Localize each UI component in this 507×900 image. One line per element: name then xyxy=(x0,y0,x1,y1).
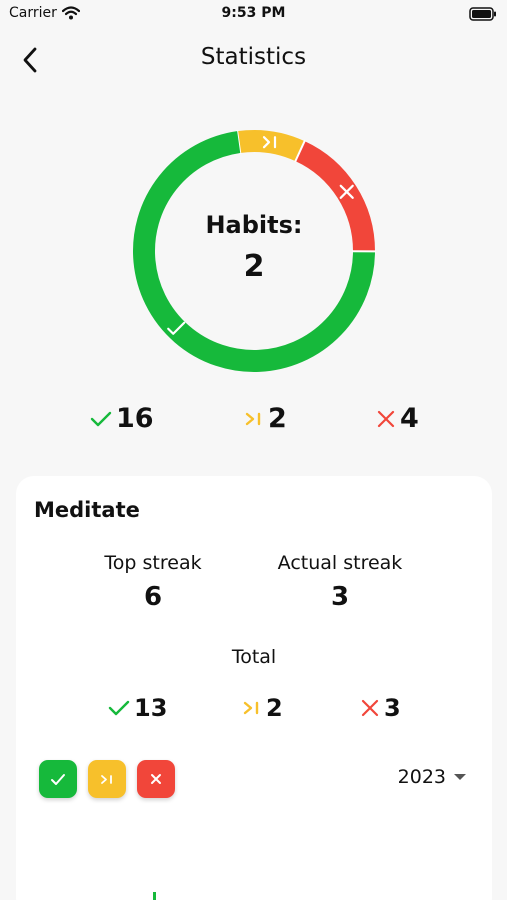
status-bar: Carrier 9:53 PM xyxy=(0,0,507,28)
top-streak-label: Top streak xyxy=(104,552,202,574)
caret-down-icon xyxy=(454,774,466,780)
check-icon xyxy=(90,411,112,426)
close-icon xyxy=(361,699,379,717)
actual-streak-label: Actual streak xyxy=(277,552,403,574)
habit-card: Meditate Top streak 6 Actual streak 3 To… xyxy=(16,476,492,900)
total-skipped-count: 2 xyxy=(266,694,283,722)
skip-icon xyxy=(245,412,261,425)
close-icon xyxy=(377,410,395,427)
donut-center: Habits: 2 xyxy=(130,211,378,284)
skip-icon xyxy=(101,774,112,784)
page-title: Statistics xyxy=(200,44,307,70)
summary-skipped: 2 xyxy=(244,403,287,434)
status-time: 9:53 PM xyxy=(221,5,286,21)
actual-streak-value: 3 xyxy=(330,582,350,612)
summary-done: 16 xyxy=(90,403,154,434)
total-skipped: 2 xyxy=(242,694,283,722)
total-row: 13 2 3 xyxy=(16,694,492,726)
year-select[interactable]: 2023 xyxy=(398,766,466,788)
summary-row: 16 2 4 xyxy=(0,403,507,437)
filter-skipped-button[interactable] xyxy=(88,760,126,798)
chart-bar xyxy=(153,892,156,900)
top-streak-value: 6 xyxy=(143,582,163,612)
summary-failed: 4 xyxy=(376,403,419,434)
habit-title: Meditate xyxy=(34,498,140,522)
summary-failed-count: 4 xyxy=(400,403,419,434)
filter-failed-button[interactable] xyxy=(137,760,175,798)
check-icon xyxy=(51,773,65,785)
summary-done-count: 16 xyxy=(116,403,154,434)
habits-donut-chart: Habits: 2 xyxy=(130,127,378,375)
check-icon xyxy=(108,700,130,716)
total-failed-count: 3 xyxy=(384,694,401,722)
donut-label: Habits: xyxy=(205,211,303,239)
close-icon xyxy=(151,774,161,784)
battery-icon xyxy=(469,6,497,25)
total-label: Total xyxy=(231,646,277,668)
year-value: 2023 xyxy=(397,766,446,788)
total-failed: 3 xyxy=(360,694,401,722)
top-streak: Top streak 6 xyxy=(73,552,233,612)
donut-value: 2 xyxy=(243,249,265,284)
total-done-count: 13 xyxy=(134,694,168,722)
summary-skipped-count: 2 xyxy=(268,403,287,434)
skip-icon xyxy=(243,701,259,715)
filter-done-button[interactable] xyxy=(39,760,77,798)
total-done: 13 xyxy=(108,694,167,722)
actual-streak: Actual streak 3 xyxy=(260,552,420,612)
